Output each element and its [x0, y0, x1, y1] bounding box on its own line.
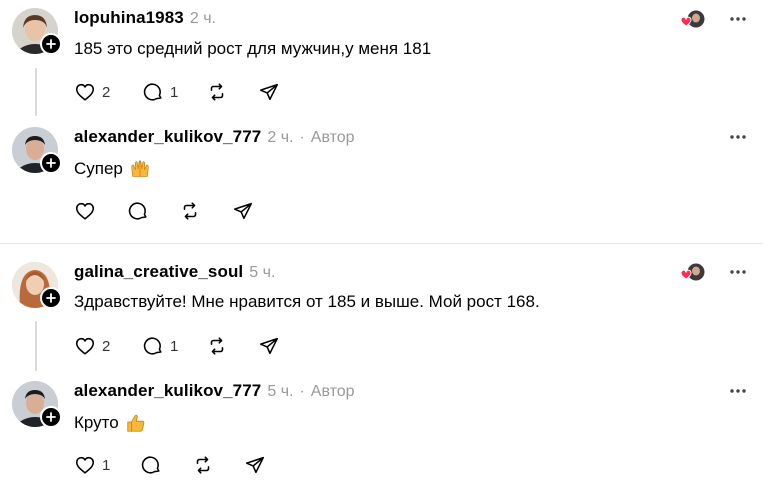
like-count: 2 — [102, 83, 111, 101]
comment-header: alexander_kulikov_777 5 ч. · Автор — [74, 381, 355, 401]
liked-by-author-icon — [679, 263, 707, 283]
comment-header: lopuhina1983 2 ч. — [74, 8, 216, 28]
repost-icon — [210, 337, 224, 355]
comment-text-content: Супер — [74, 159, 123, 178]
username[interactable]: galina_creative_soul — [74, 262, 243, 282]
heart-icon — [75, 83, 95, 101]
timestamp: 5 ч. — [249, 264, 276, 281]
repost-button[interactable] — [192, 453, 244, 477]
author-label: Автор — [310, 129, 355, 146]
action-bar: 2 1 — [74, 80, 280, 104]
comment-header: alexander_kulikov_777 2 ч. · Автор — [74, 127, 355, 147]
like-button[interactable]: 2 — [74, 80, 142, 104]
comment-text: 185 это средний рост для мужчин,у меня 1… — [74, 39, 431, 59]
reply-button[interactable]: 1 — [142, 80, 206, 104]
comment-header: galina_creative_soul 5 ч. — [74, 262, 275, 282]
comment-icon — [141, 456, 160, 474]
action-bar: 2 1 — [74, 334, 280, 358]
username[interactable]: lopuhina1983 — [74, 8, 184, 28]
reply-button[interactable]: 1 — [142, 334, 206, 358]
timestamp: 2 ч. — [267, 129, 294, 146]
repost-icon — [210, 83, 224, 101]
send-icon — [233, 202, 253, 220]
thread-line — [35, 321, 37, 371]
send-icon — [259, 337, 279, 355]
more-options-icon[interactable] — [729, 388, 747, 394]
action-bar — [74, 199, 254, 223]
repost-icon — [196, 456, 210, 474]
follow-plus-icon[interactable] — [40, 152, 62, 174]
more-options-icon[interactable] — [729, 269, 747, 275]
repost-button[interactable] — [179, 199, 232, 223]
like-button[interactable]: 1 — [74, 453, 140, 477]
like-button[interactable] — [74, 199, 127, 223]
share-button[interactable] — [232, 199, 254, 223]
author-label: Автор — [310, 383, 355, 400]
comment-icon — [128, 202, 147, 220]
comment-icon — [143, 337, 162, 355]
comment-text: Здравствуйте! Мне нравится от 185 и выше… — [74, 292, 540, 312]
like-button[interactable]: 2 — [74, 334, 142, 358]
comment-text-content: Здравствуйте! Мне нравится от 185 и выше… — [74, 292, 540, 311]
send-icon — [259, 83, 279, 101]
avatar[interactable] — [12, 127, 62, 175]
timestamp: 2 ч. — [189, 10, 216, 27]
avatar[interactable] — [12, 8, 62, 56]
separator-dot: · — [299, 383, 305, 400]
comment-text: Круто — [74, 412, 147, 434]
comment-text-content: Круто — [74, 413, 119, 432]
repost-button[interactable] — [206, 334, 258, 358]
thread-line — [35, 68, 37, 116]
follow-plus-icon[interactable] — [40, 33, 62, 55]
more-options-icon[interactable] — [729, 16, 747, 22]
comment-icon — [143, 83, 162, 101]
username[interactable]: alexander_kulikov_777 — [74, 381, 261, 401]
separator-dot: · — [299, 129, 305, 146]
send-icon — [245, 456, 265, 474]
heart-icon — [75, 337, 95, 355]
avatar[interactable] — [12, 262, 62, 310]
reply-count: 1 — [170, 337, 179, 355]
timestamp: 5 ч. — [267, 383, 294, 400]
username[interactable]: alexander_kulikov_777 — [74, 127, 261, 147]
thumbs-up-icon — [127, 414, 145, 432]
repost-icon — [183, 202, 197, 220]
action-bar: 1 — [74, 453, 266, 477]
reply-button[interactable] — [127, 199, 179, 223]
reply-count: 1 — [170, 83, 179, 101]
comment-text-content: 185 это средний рост для мужчин,у меня 1… — [74, 39, 432, 58]
comment-text: Супер — [74, 158, 151, 180]
follow-plus-icon[interactable] — [40, 406, 62, 428]
like-count: 2 — [102, 337, 111, 355]
reply-button[interactable] — [140, 453, 192, 477]
like-count: 1 — [102, 456, 111, 474]
repost-button[interactable] — [206, 80, 258, 104]
share-button[interactable] — [258, 80, 280, 104]
liked-by-author-icon — [679, 10, 707, 30]
more-options-icon[interactable] — [729, 134, 747, 140]
heart-icon — [75, 202, 95, 220]
share-button[interactable] — [258, 334, 280, 358]
heart-icon — [75, 456, 95, 474]
follow-plus-icon[interactable] — [40, 287, 62, 309]
share-button[interactable] — [244, 453, 266, 477]
raised-hands-icon — [131, 160, 149, 177]
thread-divider — [0, 243, 763, 244]
avatar[interactable] — [12, 381, 62, 429]
